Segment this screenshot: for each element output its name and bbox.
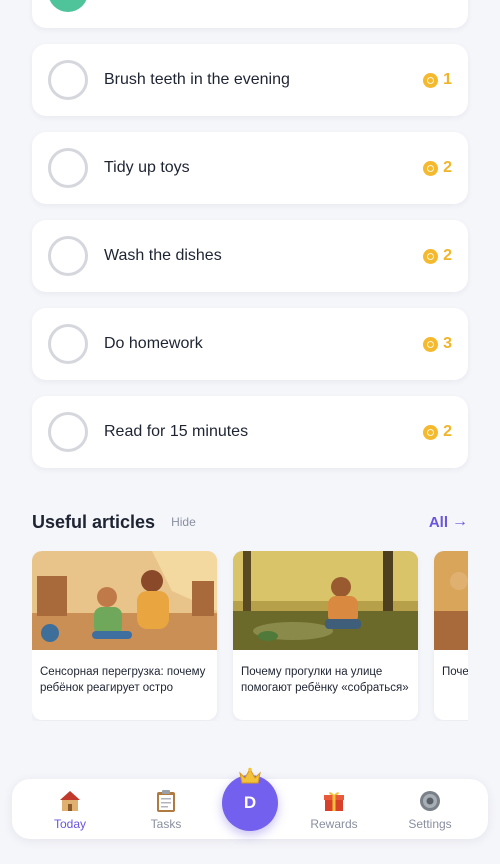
nav-today[interactable]: Today	[30, 789, 110, 831]
article-title: Сенсорная перегрузка: почему ребёнок реа…	[40, 666, 206, 694]
task-card[interactable]: Brush teeth in the evening 1	[32, 44, 468, 116]
hide-articles-link[interactable]: Hide	[171, 515, 196, 529]
task-checkbox[interactable]	[48, 60, 88, 100]
task-reward: 2	[423, 247, 452, 265]
gear-icon	[418, 789, 442, 813]
task-reward: 2	[423, 159, 452, 177]
all-articles-link[interactable]: All →	[429, 513, 468, 531]
article-title: Почему ребё	[442, 666, 468, 678]
article-illustration	[233, 551, 418, 650]
reward-value: 3	[443, 335, 452, 352]
task-label: Wash the dishes	[104, 247, 222, 264]
reward-value: 2	[443, 247, 452, 264]
task-done-checkbox[interactable]	[48, 0, 88, 12]
article-card[interactable]: Почему прогулки на улице помогают ребёнк…	[233, 551, 418, 720]
task-checkbox[interactable]	[48, 412, 88, 452]
completed-task-card[interactable]	[32, 0, 468, 28]
task-list: Brush teeth in the evening 1 Tidy up toy…	[32, 44, 468, 484]
coin-icon	[423, 424, 439, 440]
profile-initial: D	[243, 793, 257, 812]
articles-header: Useful articles Hide All →	[32, 508, 468, 536]
crown-icon	[239, 767, 261, 784]
task-card[interactable]: Wash the dishes 2	[32, 220, 468, 292]
task-label: Tidy up toys	[104, 159, 190, 176]
clipboard-icon	[154, 789, 178, 813]
articles-title: Useful articles	[32, 511, 156, 532]
nav-label: Tasks	[150, 817, 182, 831]
article-illustration	[434, 551, 468, 650]
nav-label: Today	[53, 817, 87, 831]
task-reward: 2	[423, 423, 452, 441]
article-card[interactable]: Сенсорная перегрузка: почему ребёнок реа…	[32, 551, 217, 720]
task-reward: 3	[423, 335, 452, 353]
task-label: Do homework	[104, 335, 203, 352]
task-card[interactable]: Do homework 3	[32, 308, 468, 380]
task-checkbox[interactable]	[48, 324, 88, 364]
task-card[interactable]: Tidy up toys 2	[32, 132, 468, 204]
task-checkbox[interactable]	[48, 148, 88, 188]
all-articles-label: All	[428, 513, 448, 531]
reward-value: 2	[443, 159, 452, 176]
coin-icon	[423, 248, 439, 264]
gift-icon	[322, 789, 346, 813]
house-icon	[58, 789, 82, 813]
article-card[interactable]: Почему ребё	[434, 551, 468, 720]
coin-icon	[423, 336, 439, 352]
reward-value: 1	[443, 71, 452, 88]
coin-icon	[423, 160, 439, 176]
nav-tasks[interactable]: Tasks	[126, 789, 206, 831]
arrow-right-icon: →	[452, 513, 468, 530]
nav-rewards[interactable]: Rewards	[294, 789, 374, 831]
article-illustration	[32, 551, 217, 650]
reward-value: 2	[443, 423, 452, 440]
nav-label: Settings	[408, 817, 452, 831]
nav-label: Rewards	[310, 817, 358, 831]
task-label: Brush teeth in the evening	[104, 71, 290, 88]
articles-carousel[interactable]: Сенсорная перегрузка: почему ребёнок реа…	[32, 551, 468, 721]
task-label: Read for 15 minutes	[104, 423, 249, 440]
task-reward: 1	[423, 71, 452, 89]
nav-settings[interactable]: Settings	[390, 789, 470, 831]
task-card[interactable]: Read for 15 minutes 2	[32, 396, 468, 468]
task-checkbox[interactable]	[48, 236, 88, 276]
article-title: Почему прогулки на улице помогают ребёнк…	[241, 666, 409, 694]
coin-icon	[423, 72, 439, 88]
